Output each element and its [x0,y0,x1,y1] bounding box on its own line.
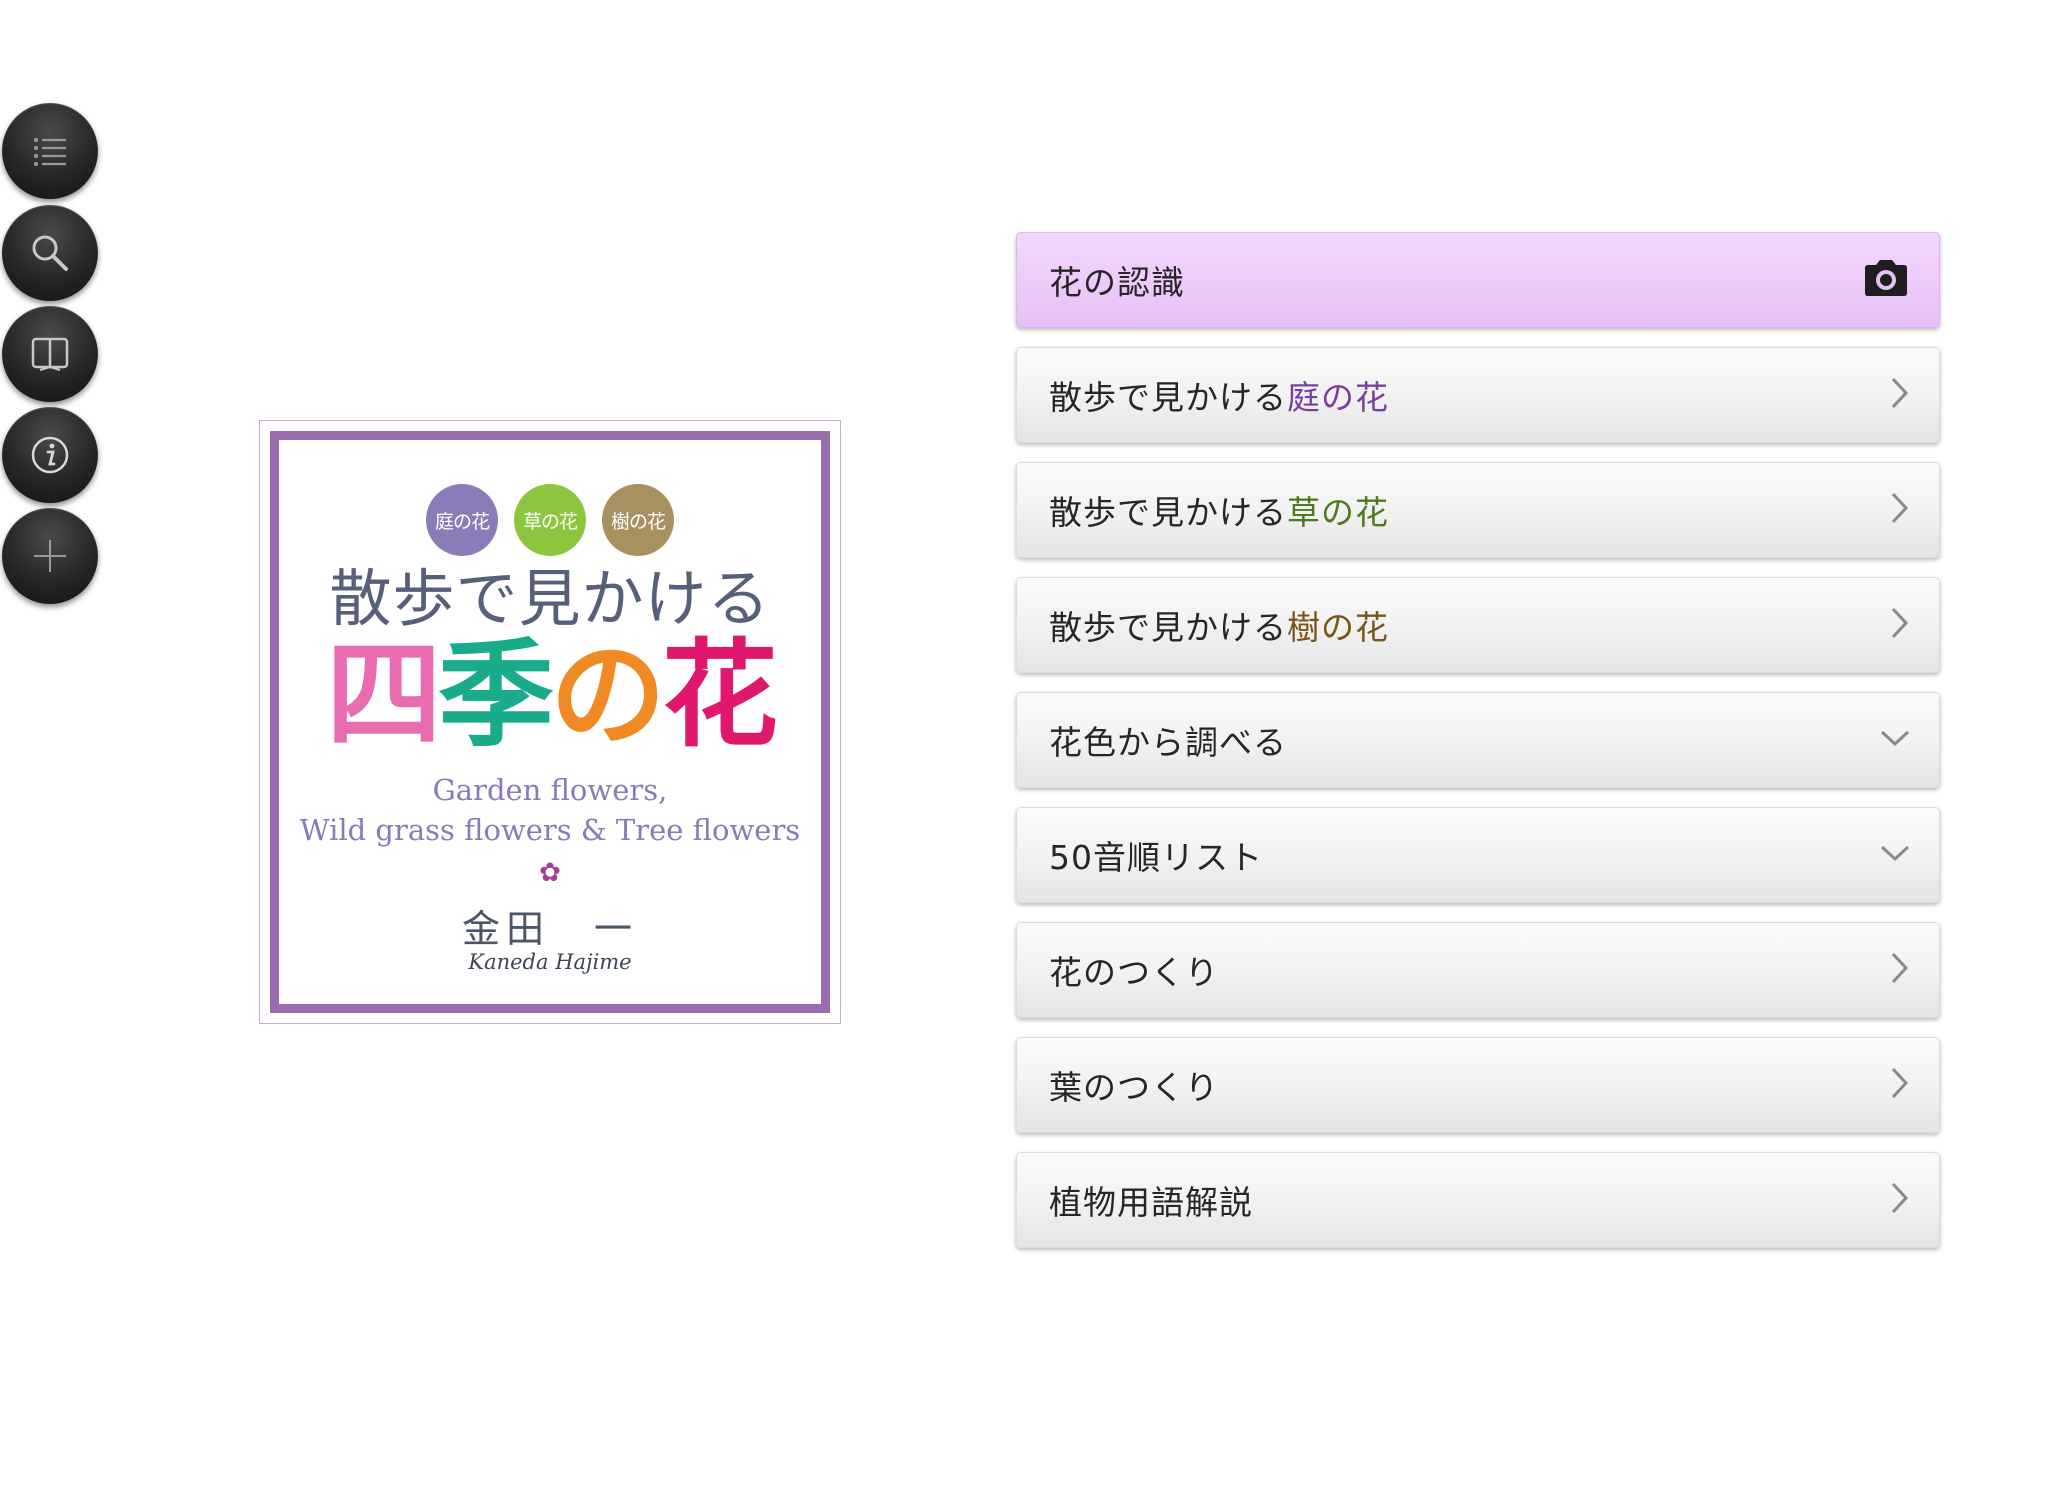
flower-ornament-icon: ✿ [539,858,561,888]
menu-item-prefix: 散歩で見かける [1049,378,1287,417]
menu-item-label: 植物用語解説 [1049,1183,1253,1222]
menu-item-label: 散歩で見かける庭の花 [1049,371,1389,419]
book-icon [31,337,69,371]
plus-icon [34,540,66,572]
cover-subtitle: 散歩で見かける [329,562,771,635]
menu-item-grass-flowers[interactable]: 散歩で見かける草の花 [1016,462,1940,558]
menu-item-label: 散歩で見かける樹の花 [1049,601,1389,649]
badge-garden: 庭の花 [426,484,498,556]
menu-item-label: 花の認識 [1049,263,1185,302]
chevron-right-icon [1889,1065,1911,1105]
cover-author-english: Kaneda Hajime [468,950,632,974]
cover-title-char: の [550,628,666,763]
menu-item-flower-recognition[interactable]: 花の認識 [1016,232,1940,328]
camera-icon [1861,258,1911,302]
cover-title-char: 季 [438,628,554,763]
cover-english-line2: Wild grass flowers & Tree flowers [299,813,801,847]
cover-title-char: 花 [662,628,778,763]
search-button[interactable] [2,205,98,301]
info-icon [31,436,69,474]
main-menu: 花の認識 散歩で見かける庭の花 散歩で見かける草の花 散歩で見かける樹の花 花色… [1016,232,1940,1267]
menu-item-accent: 庭の花 [1287,378,1389,417]
menu-item-tree-flowers[interactable]: 散歩で見かける樹の花 [1016,577,1940,673]
menu-item-prefix: 散歩で見かける [1049,493,1287,532]
cover-badges: 庭の花 草の花 樹の花 [279,484,821,556]
info-button[interactable] [2,407,98,503]
menu-item-prefix: 散歩で見かける [1049,608,1287,647]
chevron-right-icon [1889,490,1911,530]
cover-author: 金田 一 [461,907,638,951]
book-button[interactable] [2,306,98,402]
menu-item-accent: 樹の花 [1287,608,1389,647]
list-button[interactable] [2,103,98,199]
menu-item-syllabary-list[interactable]: 50音順リスト [1016,807,1940,903]
menu-item-label: 花のつくり [1049,953,1219,992]
cover-english-title: Garden flowers, Wild grass flowers & Tre… [279,770,821,850]
badge-tree: 樹の花 [602,484,674,556]
add-button[interactable] [2,508,98,604]
list-icon [34,138,66,166]
chevron-down-icon [1879,842,1911,868]
cover-title-char: 四 [326,628,442,763]
cover-frame: 庭の花 草の花 樹の花 散歩で見かける 四季の花 Garden flowers,… [270,431,830,1013]
menu-item-by-color[interactable]: 花色から調べる [1016,692,1940,788]
menu-item-glossary[interactable]: 植物用語解説 [1016,1152,1940,1248]
chevron-right-icon [1889,950,1911,990]
search-icon [32,235,68,271]
chevron-down-icon [1879,727,1911,753]
cover-english-line1: Garden flowers, [432,773,668,807]
menu-item-flower-structure[interactable]: 花のつくり [1016,922,1940,1018]
cover-title: 四季の花 [279,638,821,754]
menu-item-label: 葉のつくり [1049,1068,1219,1107]
menu-item-leaf-structure[interactable]: 葉のつくり [1016,1037,1940,1133]
menu-item-label: 散歩で見かける草の花 [1049,486,1389,534]
menu-item-label: 50音順リスト [1049,838,1263,877]
book-cover[interactable]: 庭の花 草の花 樹の花 散歩で見かける 四季の花 Garden flowers,… [259,420,841,1024]
chevron-right-icon [1889,375,1911,415]
menu-item-garden-flowers[interactable]: 散歩で見かける庭の花 [1016,347,1940,443]
menu-item-accent: 草の花 [1287,493,1389,532]
chevron-right-icon [1889,605,1911,645]
chevron-right-icon [1889,1180,1911,1220]
menu-item-label: 花色から調べる [1049,723,1287,762]
badge-grass: 草の花 [514,484,586,556]
